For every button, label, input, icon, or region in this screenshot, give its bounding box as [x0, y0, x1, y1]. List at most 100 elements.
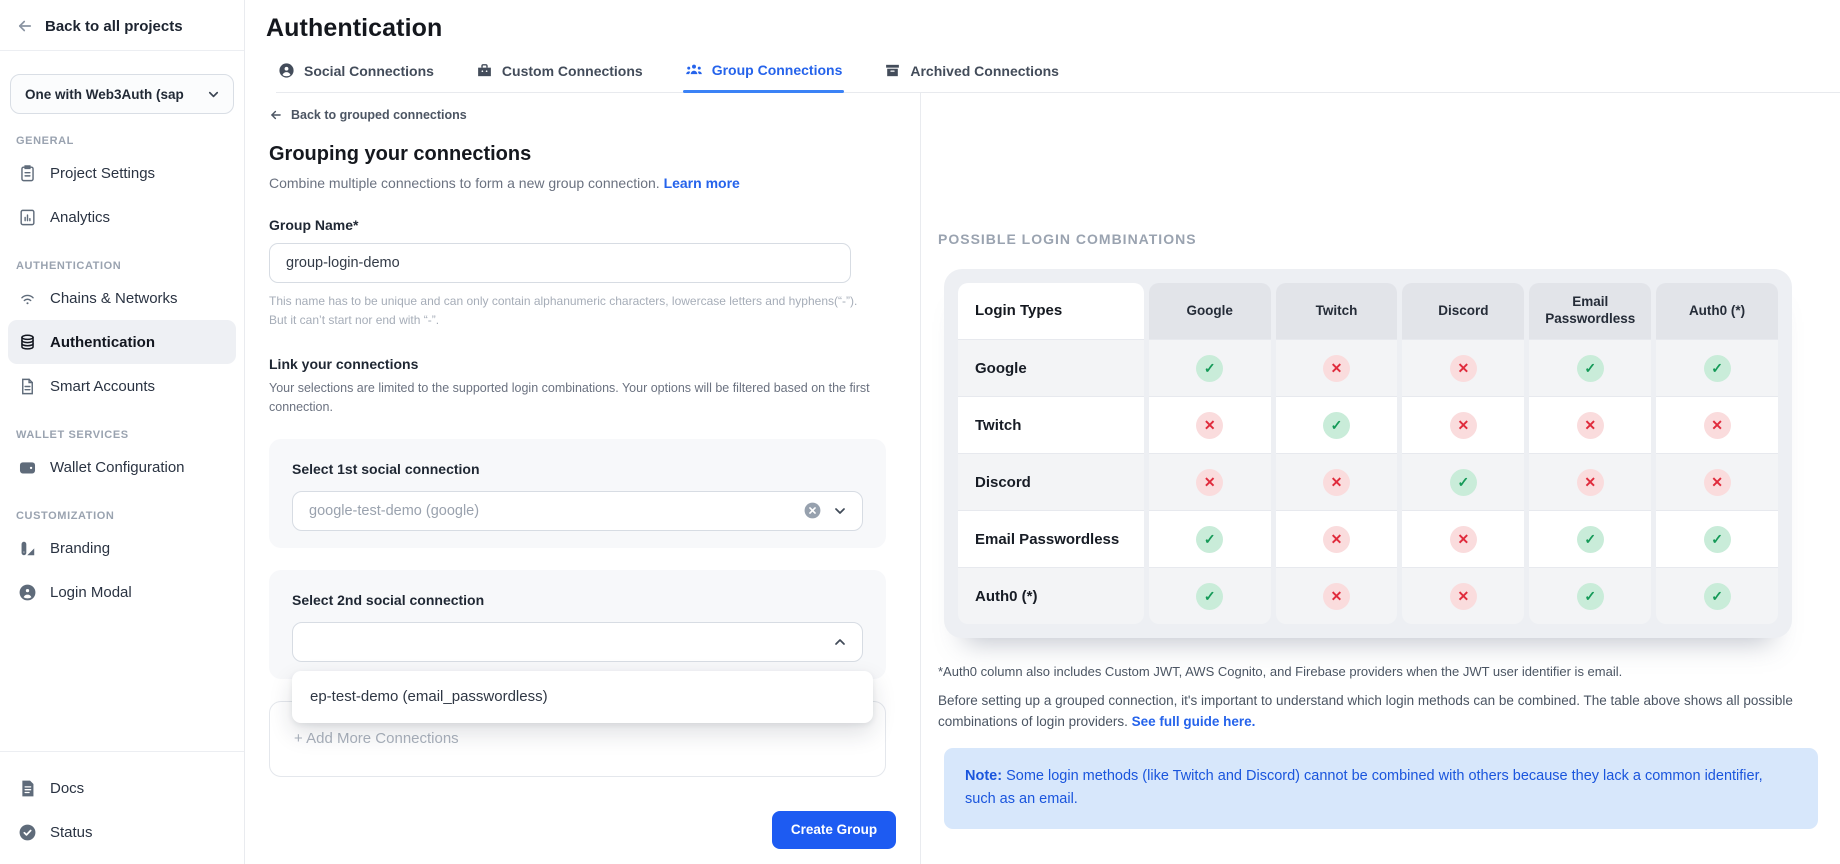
sidebar-item-label: Analytics [50, 209, 110, 226]
tab-label: Custom Connections [502, 63, 643, 79]
sidebar-item-wallet-configuration[interactable]: Wallet Configuration [8, 445, 236, 489]
sidebar-item-chains-networks[interactable]: Chains & Networks [8, 276, 236, 320]
select-first-label: Select 1st social connection [292, 461, 863, 477]
clipboard-icon [18, 164, 37, 183]
combination-mark: ✓ [1577, 526, 1604, 553]
note-box: Note: Some login methods (like Twitch an… [944, 748, 1818, 829]
first-connection-select[interactable]: google-test-demo (google) [292, 491, 863, 531]
combination-mark: ✓ [1577, 583, 1604, 610]
sidebar-section-customization: CUSTOMIZATION [0, 510, 244, 522]
body-row: Back to grouped connections Grouping you… [245, 93, 1840, 864]
combination-mark: ✓ [1704, 583, 1731, 610]
project-selector[interactable]: One with Web3Auth (sap [10, 74, 234, 114]
row-label-google: Google [958, 339, 1144, 396]
wifi-icon [18, 289, 37, 308]
chevron-down-icon[interactable] [832, 503, 848, 519]
sidebar-item-status[interactable]: Status [8, 810, 236, 854]
tab-label: Archived Connections [910, 63, 1059, 79]
tab-bar: Social Connections Custom Connections Gr… [276, 61, 1840, 93]
second-connection-select[interactable] [292, 622, 863, 662]
document-icon [18, 779, 37, 798]
sidebar-item-label: Docs [50, 780, 84, 797]
table-cell: ✕ [1656, 453, 1778, 510]
table-column-google: Google ✓ ✕ ✕ ✓ ✓ [1149, 283, 1271, 624]
group-name-input[interactable] [269, 243, 851, 283]
combinations-title: POSSIBLE LOGIN COMBINATIONS [938, 231, 1840, 247]
learn-more-link[interactable]: Learn more [664, 175, 740, 191]
table-column-email-passwordless: Email Passwordless ✓ ✕ ✕ ✓ ✓ [1529, 283, 1651, 624]
table-cell: ✓ [1402, 453, 1524, 510]
full-guide-link[interactable]: See full guide here. [1132, 714, 1256, 729]
tab-label: Social Connections [304, 63, 434, 79]
form-subtitle-text: Combine multiple connections to form a n… [269, 175, 660, 191]
tab-social-connections[interactable]: Social Connections [276, 62, 436, 92]
combination-mark: ✓ [1323, 412, 1350, 439]
chevron-up-icon[interactable] [832, 634, 848, 650]
table-cell: ✕ [1402, 339, 1524, 396]
create-group-button[interactable]: Create Group [772, 811, 896, 849]
sidebar-section-general: GENERAL [0, 135, 244, 147]
combination-mark: ✓ [1704, 526, 1731, 553]
row-label-email-passwordless: Email Passwordless [958, 510, 1144, 567]
helper-line-1: This name has to be unique and can only … [269, 292, 869, 311]
add-more-connections-label: + Add More Connections [294, 730, 459, 747]
back-to-projects-link[interactable]: Back to all projects [0, 0, 244, 50]
back-to-projects-label: Back to all projects [45, 18, 183, 35]
sidebar-item-docs[interactable]: Docs [8, 766, 236, 810]
helper-line-2: But it can’t start nor end with “-”. [269, 311, 869, 330]
tab-group-connections[interactable]: Group Connections [683, 61, 845, 92]
chevron-down-icon [206, 87, 221, 102]
table-cell: ✓ [1149, 339, 1271, 396]
tab-archived-connections[interactable]: Archived Connections [882, 62, 1061, 92]
analytics-icon [18, 208, 37, 227]
sidebar: Back to all projects One with Web3Auth (… [0, 0, 245, 864]
row-label-discord: Discord [958, 453, 1144, 510]
combinations-description-text: Before setting up a grouped connection, … [938, 693, 1793, 729]
form-subtitle: Combine multiple connections to form a n… [269, 175, 920, 191]
combination-mark: ✕ [1323, 583, 1350, 610]
table-cell: ✓ [1656, 567, 1778, 624]
note-text: Some login methods (like Twitch and Disc… [965, 768, 1763, 807]
table-cell: ✕ [1402, 396, 1524, 453]
table-cell: ✕ [1402, 510, 1524, 567]
sidebar-item-authentication[interactable]: Authentication [8, 320, 236, 364]
link-connections-label: Link your connections [269, 356, 920, 372]
combination-mark: ✕ [1450, 583, 1477, 610]
table-cell: ✕ [1276, 453, 1398, 510]
sidebar-item-label: Branding [50, 540, 110, 557]
sidebar-item-label: Project Settings [50, 165, 155, 182]
column-header: Auth0 (*) [1656, 283, 1778, 339]
combination-mark: ✕ [1704, 469, 1731, 496]
table-cell: ✕ [1276, 567, 1398, 624]
column-header: Google [1149, 283, 1271, 339]
link-connections-description: Your selections are limited to the suppo… [269, 379, 877, 417]
sidebar-divider [0, 50, 244, 51]
connection-options-dropdown: ep-test-demo (email_passwordless) [292, 671, 873, 723]
combination-mark: ✓ [1704, 355, 1731, 382]
sidebar-item-branding[interactable]: Branding [8, 526, 236, 570]
table-cell: ✕ [1276, 510, 1398, 567]
database-stack-icon [18, 333, 37, 352]
wallet-icon [18, 458, 37, 477]
note-label: Note: [965, 768, 1002, 784]
sidebar-item-analytics[interactable]: Analytics [8, 195, 236, 239]
row-label-auth0: Auth0 (*) [958, 567, 1144, 624]
back-to-grouped-connections-link[interactable]: Back to grouped connections [269, 108, 920, 122]
sidebar-item-smart-accounts[interactable]: Smart Accounts [8, 364, 236, 408]
sidebar-item-login-modal[interactable]: Login Modal [8, 570, 236, 614]
sidebar-item-label: Authentication [50, 334, 155, 351]
combination-mark: ✕ [1450, 355, 1477, 382]
sidebar-item-project-settings[interactable]: Project Settings [8, 151, 236, 195]
column-header: Discord [1402, 283, 1524, 339]
combination-mark: ✕ [1450, 412, 1477, 439]
column-header: Twitch [1276, 283, 1398, 339]
archive-box-icon [884, 62, 901, 79]
table-cell: ✓ [1149, 567, 1271, 624]
tab-custom-connections[interactable]: Custom Connections [474, 62, 645, 92]
select-second-connection-card: Select 2nd social connection ep-test-dem… [269, 570, 886, 679]
table-cell: ✕ [1402, 567, 1524, 624]
group-name-helper: This name has to be unique and can only … [269, 292, 869, 329]
dropdown-option-ep-test-demo[interactable]: ep-test-demo (email_passwordless) [310, 688, 548, 705]
clear-selection-icon[interactable] [803, 501, 822, 520]
back-link-label: Back to grouped connections [291, 108, 467, 122]
